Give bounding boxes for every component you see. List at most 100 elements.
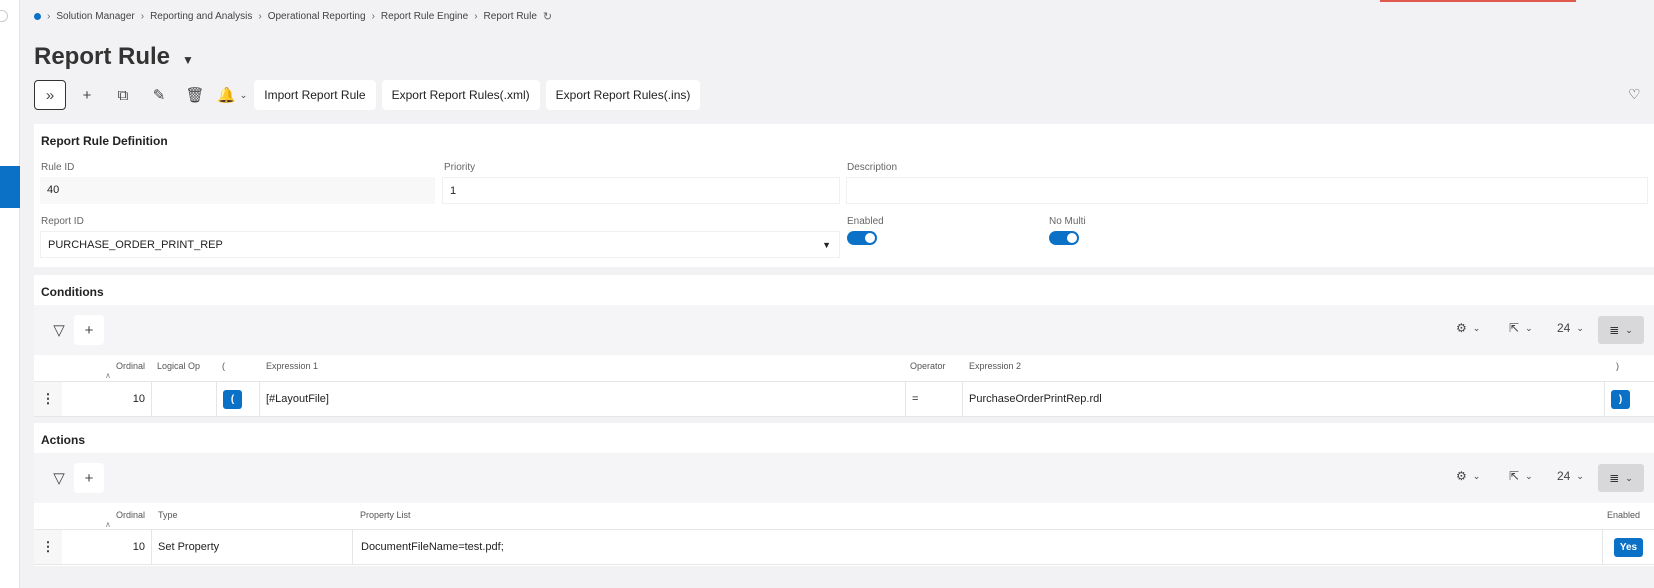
breadcrumb-item[interactable]: Solution Manager — [56, 11, 134, 22]
enabled-toggle[interactable] — [847, 231, 877, 245]
chevron-down-icon: ⌄ — [1625, 324, 1633, 335]
report-id-select[interactable]: PURCHASE_ORDER_PRINT_REP ▼ — [40, 231, 840, 258]
page-title-row: Report Rule ▼ — [34, 43, 194, 71]
breadcrumb-item[interactable]: Reporting and Analysis — [150, 11, 252, 22]
col-property-list[interactable]: Property List — [360, 510, 411, 520]
priority-label: Priority — [444, 162, 476, 173]
cell-property-list: DocumentFileName=test.pdf; — [353, 530, 1603, 564]
col-open-paren[interactable]: ( — [222, 361, 225, 371]
panel-title: Actions — [41, 433, 86, 447]
bell-icon: 🔔 — [217, 87, 236, 104]
cell-expression-1: [#LayoutFile] — [260, 382, 906, 416]
filter-icon[interactable]: ▽ — [44, 463, 74, 493]
caret-down-icon[interactable]: ▼ — [182, 53, 194, 67]
left-rail — [0, 0, 20, 588]
cell-enabled: Yes — [1603, 530, 1654, 564]
rail-expand-handle[interactable] — [0, 10, 8, 22]
chevron-down-icon: ⌄ — [1525, 470, 1533, 481]
plus-icon[interactable]: + — [72, 80, 102, 110]
heart-icon[interactable]: ♡ — [1628, 86, 1641, 103]
col-ordinal[interactable]: Ordinal — [116, 510, 145, 520]
page-size-select[interactable]: 24 ⌄ — [1557, 469, 1584, 483]
breadcrumb: › Solution Manager › Reporting and Analy… — [34, 10, 552, 23]
no-multi-label: No Multi — [1049, 216, 1086, 227]
settings-menu-button[interactable]: ⚙ ⌄ — [1456, 469, 1480, 483]
col-operator[interactable]: Operator — [910, 361, 946, 371]
export-xml-button[interactable]: Export Report Rules(.xml) — [381, 80, 540, 110]
filter-icon[interactable]: ▽ — [44, 315, 74, 345]
plus-icon: + — [84, 321, 94, 339]
chevron-down-icon: ⌄ — [1576, 470, 1584, 481]
col-logical-op[interactable]: Logical Op — [157, 361, 200, 371]
report-rule-definition-panel: Report Rule Definition Rule ID 40 Priori… — [34, 124, 1654, 267]
conditions-grid-toolbar: ▽ + ⚙ ⌄ ⇱ ⌄ 24 ⌄ ≣ ⌄ — [34, 305, 1654, 355]
open-paren-badge: ( — [223, 389, 242, 409]
col-expression-1[interactable]: Expression 1 — [266, 361, 318, 371]
breadcrumb-item[interactable]: Report Rule Engine — [381, 11, 468, 22]
trash-icon[interactable]: 🗑 — [180, 80, 210, 110]
breadcrumb-item-current: Report Rule — [483, 11, 537, 22]
table-row[interactable]: ⋮ 10 ( [#LayoutFile] = PurchaseOrderPrin… — [34, 381, 1654, 417]
kebab-icon[interactable]: ⋮ — [34, 382, 62, 416]
cell-ordinal: 10 — [62, 530, 152, 564]
kebab-icon[interactable]: ⋮ — [34, 530, 62, 564]
chevron-double-right-icon[interactable]: » — [34, 80, 66, 110]
chevron-down-icon: ⌄ — [1525, 322, 1533, 333]
panel-title: Report Rule Definition — [41, 134, 168, 148]
report-id-value: PURCHASE_ORDER_PRINT_REP — [48, 239, 223, 251]
chevron-right-icon: › — [258, 11, 262, 22]
breadcrumb-item[interactable]: Operational Reporting — [268, 11, 366, 22]
export-icon: ⇱ — [1509, 321, 1520, 335]
conditions-panel: Conditions ▽ + ⚙ ⌄ ⇱ ⌄ 24 ⌄ ≣ ⌄ Ordinal … — [34, 275, 1654, 417]
export-menu-button[interactable]: ⇱ ⌄ — [1509, 321, 1533, 335]
chevron-down-icon: ⌄ — [1472, 322, 1481, 333]
duplicate-icon[interactable]: ⧉ — [108, 80, 138, 110]
export-icon: ⇱ — [1509, 469, 1520, 483]
view-mode-button[interactable]: ≣ ⌄ — [1598, 316, 1644, 344]
refresh-icon[interactable]: ↻ — [543, 10, 552, 23]
page-size-select[interactable]: 24 ⌄ — [1557, 321, 1584, 335]
add-condition-button[interactable]: + — [74, 315, 104, 345]
rule-id-label: Rule ID — [41, 162, 75, 173]
bell-menu-button[interactable]: 🔔 ⌄ — [216, 80, 248, 110]
rail-active-indicator[interactable] — [0, 166, 20, 208]
chevron-down-icon: ⌄ — [1625, 472, 1633, 483]
actions-grid-toolbar: ▽ + ⚙ ⌄ ⇱ ⌄ 24 ⌄ ≣ ⌄ — [34, 453, 1654, 503]
export-ins-button[interactable]: Export Report Rules(.ins) — [545, 80, 701, 110]
sort-ascending-icon: ∧ — [105, 371, 111, 380]
no-multi-toggle[interactable] — [1049, 231, 1079, 245]
export-menu-button[interactable]: ⇱ ⌄ — [1509, 469, 1533, 483]
enabled-label: Enabled — [847, 216, 884, 227]
enabled-yes-badge: Yes — [1613, 537, 1644, 557]
chevron-right-icon: › — [47, 11, 51, 22]
description-field[interactable] — [846, 177, 1648, 204]
close-paren-badge: ) — [1611, 389, 1630, 409]
rule-id-field[interactable]: 40 — [40, 177, 435, 204]
cell-expression-2: PurchaseOrderPrintRep.rdl — [963, 382, 1605, 416]
cell-ordinal: 10 — [62, 382, 152, 416]
view-mode-button[interactable]: ≣ ⌄ — [1598, 464, 1644, 492]
top-accent-bar — [1380, 0, 1576, 2]
cell-open-paren: ( — [217, 382, 260, 416]
panel-title: Conditions — [41, 285, 104, 299]
priority-field[interactable]: 1 — [442, 177, 840, 204]
add-action-button[interactable]: + — [74, 463, 104, 493]
chevron-down-icon: ⌄ — [1576, 322, 1584, 333]
import-report-rule-button[interactable]: Import Report Rule — [254, 80, 376, 110]
col-expression-2[interactable]: Expression 2 — [969, 361, 1021, 371]
page-size-value: 24 — [1557, 321, 1571, 335]
plus-icon: + — [84, 469, 94, 487]
pencil-icon[interactable]: ✎ — [144, 80, 174, 110]
settings-menu-button[interactable]: ⚙ ⌄ — [1456, 321, 1480, 335]
gear-icon: ⚙ — [1456, 469, 1467, 483]
chevron-right-icon: › — [140, 11, 145, 22]
cell-close-paren: ) — [1605, 382, 1654, 416]
home-dot-icon[interactable] — [34, 13, 41, 20]
cell-type: Set Property — [152, 530, 353, 564]
col-type[interactable]: Type — [158, 510, 178, 520]
chevron-right-icon: › — [474, 11, 478, 22]
col-enabled[interactable]: Enabled — [1607, 510, 1640, 520]
table-row[interactable]: ⋮ 10 Set Property DocumentFileName=test.… — [34, 529, 1654, 565]
col-ordinal[interactable]: Ordinal — [116, 361, 145, 371]
col-close-paren[interactable]: ) — [1616, 361, 1619, 371]
